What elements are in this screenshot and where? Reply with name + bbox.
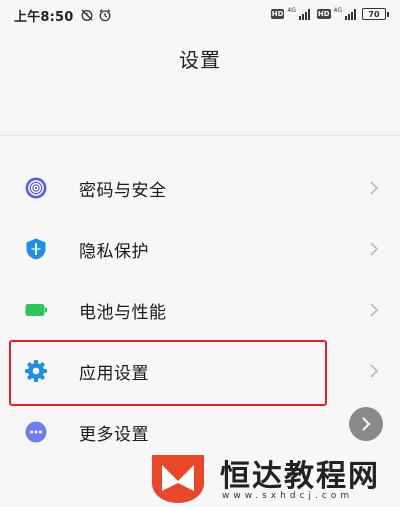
settings-item-password-security[interactable]: 密码与安全 <box>0 158 400 218</box>
battery-level: 70 <box>368 9 380 19</box>
settings-item-battery-performance[interactable]: 电池与性能 <box>0 280 400 340</box>
page-title: 设置 <box>179 48 221 72</box>
fingerprint-icon <box>24 176 48 200</box>
chevron-right-icon <box>370 303 379 317</box>
status-time: 上午8:50 <box>14 9 74 25</box>
watermark: 恒达教程网 www.sxhdcj.com <box>148 447 400 507</box>
hd-icon: HD <box>316 9 331 19</box>
signal-icon <box>345 8 356 20</box>
settings-item-privacy[interactable]: 隐私保护 <box>0 219 400 279</box>
status-left-icons <box>80 8 112 22</box>
settings-item-label: 电池与性能 <box>79 302 167 323</box>
status-right-icons: HD 4G HD 4G 70 <box>270 7 389 20</box>
settings-item-label: 应用设置 <box>79 363 149 384</box>
settings-item-label: 密码与安全 <box>79 180 167 201</box>
watermark-logo-icon <box>152 455 204 503</box>
battery-icon: 70 <box>362 8 389 20</box>
alarm-clock-icon <box>99 9 110 22</box>
settings-item-label: 更多设置 <box>79 424 149 445</box>
watermark-url: www.sxhdcj.com <box>222 491 354 501</box>
privacy-shield-icon <box>24 237 48 261</box>
settings-item-label: 隐私保护 <box>79 241 149 262</box>
gear-icon <box>24 359 48 383</box>
chevron-right-icon <box>362 417 371 431</box>
divider <box>0 135 400 136</box>
battery-icon <box>24 298 48 322</box>
chevron-right-icon <box>370 364 379 378</box>
alarm-off-icon <box>81 9 93 21</box>
network-type-label: 4G <box>287 7 296 14</box>
chevron-right-icon <box>370 242 379 256</box>
watermark-name: 恒达教程网 <box>220 459 380 494</box>
signal-icon <box>298 8 310 20</box>
more-dots-icon <box>24 420 48 444</box>
hd-icon: HD <box>270 9 285 19</box>
settings-item-app-settings[interactable]: 应用设置 <box>0 341 400 401</box>
status-bar: 上午8:50 HD 4G HD 4G 70 <box>0 0 400 30</box>
chevron-right-icon <box>370 181 379 195</box>
network-type-label: 4G <box>333 7 342 14</box>
next-arrow-button[interactable] <box>349 407 383 441</box>
